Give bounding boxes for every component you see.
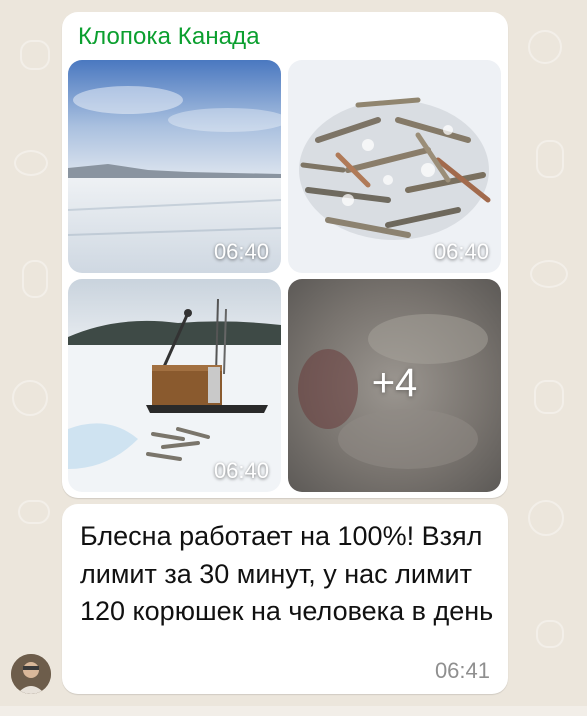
sender-avatar[interactable]	[11, 654, 51, 694]
more-photos-tile[interactable]: +4	[288, 279, 501, 492]
more-photos-count: +4	[371, 361, 418, 405]
text-message-bubble: Блесна работает на 100%! Взял лимит за 3…	[62, 504, 508, 694]
photo-timestamp: 06:40	[213, 458, 269, 483]
fishing-sled-photo[interactable]: 06:40	[68, 279, 281, 492]
photo-timestamp: 06:40	[213, 239, 269, 264]
message-timestamp: 06:41	[434, 658, 490, 683]
caught-fish-photo[interactable]: 06:40	[288, 60, 501, 273]
frozen-lake-photo[interactable]: 06:40	[68, 60, 281, 273]
photo-timestamp: 06:40	[433, 239, 489, 264]
sender-name[interactable]: Клопока Канада	[78, 23, 260, 51]
bottom-edge	[0, 706, 587, 716]
avatar-image	[11, 654, 51, 694]
media-message-bubble: Клопока Канада 06:40 06:40 06:40 +4	[62, 12, 508, 498]
message-text: Блесна работает на 100%! Взял лимит за 3…	[80, 521, 494, 626]
